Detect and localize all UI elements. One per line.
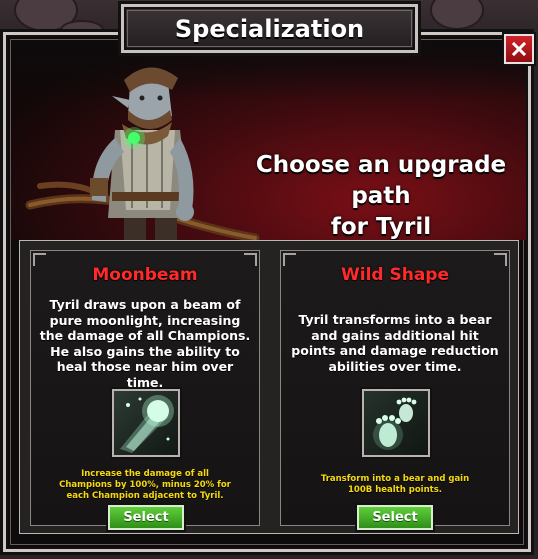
upgrade-prompt: Choose an upgrade path for Tyril xyxy=(231,150,526,240)
close-icon xyxy=(512,42,526,56)
effect-line: 100B health points. xyxy=(348,485,442,495)
select-wild-shape-button[interactable]: Select xyxy=(357,505,433,530)
effect-line: each Champion adjacent to Tyril. xyxy=(66,491,224,501)
option-effect-wild-shape: Transform into a bear and gain 100B heal… xyxy=(287,474,503,496)
prompt-line-2: for Tyril xyxy=(330,214,432,240)
option-description-wild-shape: Tyril transforms into a bear and gains a… xyxy=(291,312,499,374)
option-description-moonbeam: Tyril draws upon a beam of pure moonligh… xyxy=(39,297,251,390)
dialog-title-plate: Specialization xyxy=(121,4,418,53)
upgrade-options-panel: Moonbeam Tyril draws upon a beam of pure… xyxy=(19,240,519,534)
moonbeam-icon xyxy=(112,389,180,457)
option-card-moonbeam: Moonbeam Tyril draws upon a beam of pure… xyxy=(30,250,260,530)
close-button[interactable] xyxy=(504,34,534,64)
hero-portrait xyxy=(25,67,260,250)
paw-prints-icon xyxy=(362,389,430,457)
option-title-wild-shape: Wild Shape xyxy=(340,265,449,285)
effect-line: Increase the damage of all xyxy=(81,469,209,479)
backdrop-ornament xyxy=(430,0,484,30)
dialog-title: Specialization xyxy=(174,14,365,43)
option-card-wild-shape: Wild Shape Tyril transforms into a bear … xyxy=(280,250,510,530)
select-moonbeam-button[interactable]: Select xyxy=(108,505,184,530)
paw-prints-icon-art xyxy=(373,397,417,450)
moonbeam-icon-art xyxy=(120,395,174,453)
effect-line: Champions by 100%, minus 20% for xyxy=(59,480,231,490)
prompt-line-1: Choose an upgrade path xyxy=(255,152,507,209)
effect-line: Transform into a bear and gain xyxy=(320,474,470,484)
option-effect-moonbeam: Increase the damage of all Champions by … xyxy=(37,469,253,502)
option-title-moonbeam: Moonbeam xyxy=(92,265,198,285)
